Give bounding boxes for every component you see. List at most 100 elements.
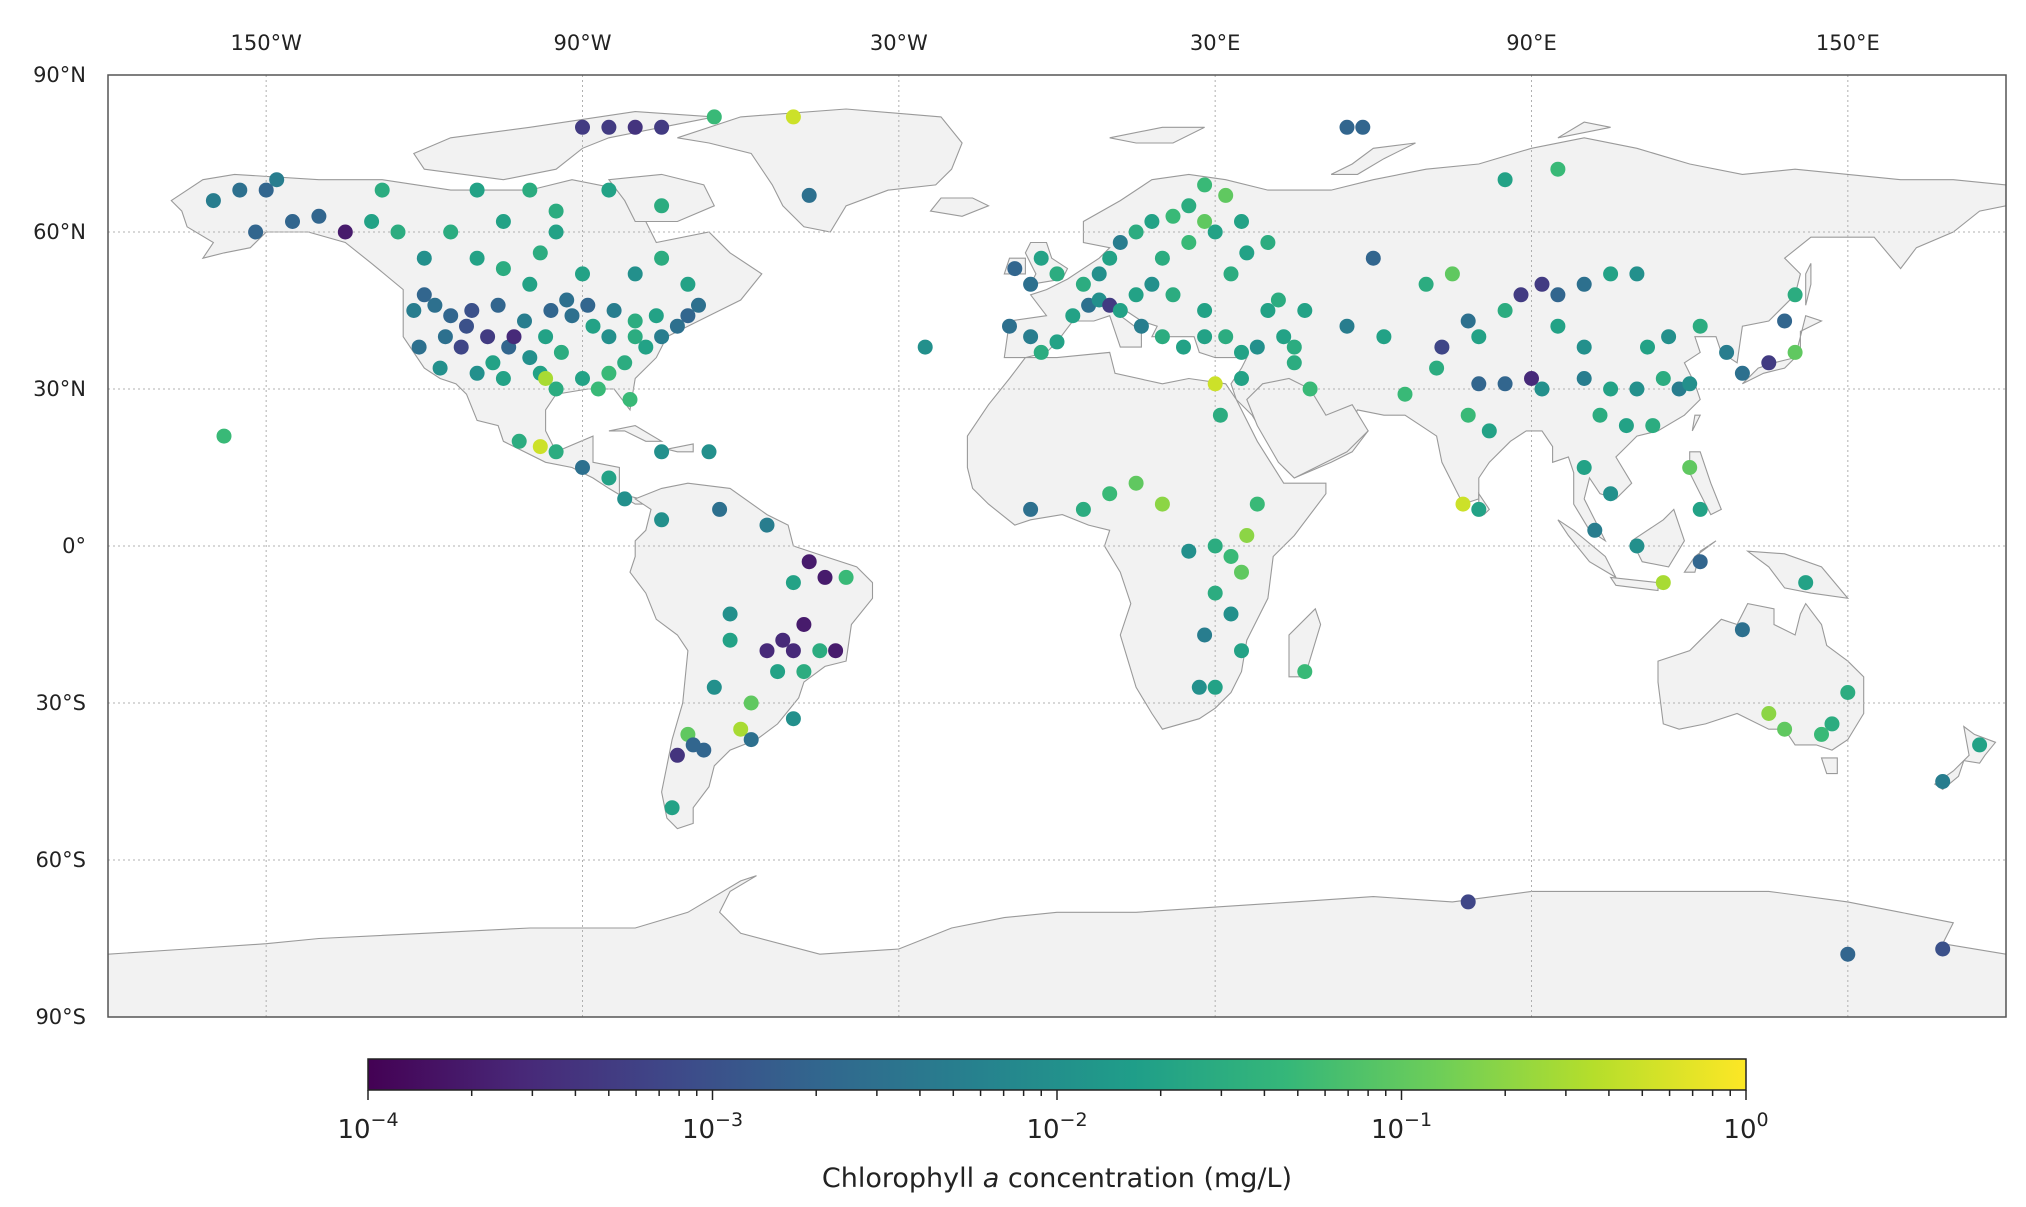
sample-point — [601, 182, 617, 198]
sample-point — [1239, 528, 1255, 543]
sample-point — [1761, 706, 1777, 721]
sample-point — [311, 208, 327, 224]
sample-point — [838, 569, 854, 585]
sample-point — [1144, 214, 1160, 229]
sample-point — [601, 365, 617, 381]
sample-point — [1176, 339, 1191, 355]
sample-point — [691, 297, 706, 313]
sample-point — [532, 245, 548, 261]
sample-point — [801, 554, 817, 570]
sample-point — [216, 428, 232, 444]
sample-point — [759, 643, 775, 659]
colorbar-tick-label: 10−2 — [1026, 1109, 1087, 1145]
sample-point — [1576, 276, 1592, 292]
sample-point — [1165, 208, 1181, 224]
sample-point — [1239, 245, 1255, 261]
sample-point — [1049, 334, 1065, 350]
sample-point — [1223, 266, 1239, 282]
sample-point — [1144, 276, 1160, 292]
sample-point — [1429, 360, 1445, 376]
sample-point — [495, 214, 511, 229]
longitude-label: 150°E — [1816, 31, 1880, 55]
sample-point — [828, 643, 844, 659]
sample-point — [443, 308, 459, 324]
sample-point — [269, 172, 285, 188]
latitude-labels: 90°N 60°N 30°N 0° 30°S 60°S 90°S — [33, 63, 86, 1029]
sample-point — [364, 214, 380, 229]
sample-point — [1091, 266, 1107, 282]
sample-point — [1197, 303, 1213, 318]
sample-point — [680, 276, 696, 292]
sample-point — [469, 250, 485, 266]
sample-point — [785, 109, 801, 125]
sample-point — [1191, 679, 1207, 695]
sample-point — [1212, 407, 1228, 423]
sample-point — [1692, 501, 1708, 517]
sample-point — [1497, 303, 1513, 318]
sample-point — [1023, 501, 1039, 517]
sample-point — [1376, 329, 1392, 345]
sample-point — [390, 224, 406, 240]
sample-point — [1302, 381, 1318, 397]
sample-point — [1576, 339, 1592, 355]
sample-point — [538, 371, 554, 386]
sample-point — [575, 119, 590, 135]
sample-point — [601, 119, 617, 135]
sample-point — [232, 182, 248, 198]
sample-point — [1629, 538, 1645, 554]
sample-point — [1935, 774, 1951, 789]
sample-point — [490, 297, 506, 313]
sample-point — [553, 344, 569, 360]
sample-point — [1935, 941, 1951, 957]
sample-point — [770, 664, 786, 680]
sample-point — [575, 266, 590, 282]
sample-point — [285, 214, 300, 229]
sample-point — [785, 711, 801, 727]
sample-point — [495, 371, 511, 386]
sample-point — [622, 392, 638, 407]
sample-point — [812, 643, 828, 659]
sample-point — [1434, 339, 1450, 355]
sample-point — [743, 732, 759, 748]
sample-point — [1645, 418, 1661, 434]
sample-point — [1207, 224, 1223, 240]
sample-point — [759, 517, 775, 533]
sample-point — [1661, 329, 1677, 345]
sample-point — [1814, 726, 1829, 742]
sample-point — [1497, 172, 1513, 188]
sample-point — [654, 198, 670, 214]
latitude-label: 60°N — [33, 220, 86, 244]
sample-point — [1513, 287, 1529, 303]
sample-point — [1128, 475, 1144, 491]
sample-point — [1234, 643, 1249, 659]
sample-point — [1603, 381, 1619, 397]
colorbar-ticks: 10−4 10−3 10−2 10−1 100 — [337, 1090, 1769, 1145]
latitude-label: 0° — [62, 534, 86, 558]
sample-point — [575, 460, 590, 475]
sample-point — [801, 187, 817, 203]
sample-point — [564, 308, 580, 324]
sample-point — [1112, 235, 1128, 250]
sample-point — [469, 365, 485, 381]
sample-point — [464, 303, 480, 318]
sample-point — [580, 297, 596, 313]
sample-point — [575, 371, 590, 386]
sample-point — [559, 292, 575, 308]
sample-point — [654, 512, 670, 528]
sample-point — [1629, 381, 1645, 397]
sample-point — [1655, 575, 1671, 591]
sample-point — [511, 433, 527, 449]
sample-point — [453, 339, 469, 355]
sample-point — [1460, 894, 1476, 910]
sample-point — [374, 182, 390, 198]
sample-point — [606, 303, 622, 318]
sample-point — [495, 261, 511, 277]
sample-point — [543, 303, 559, 318]
sample-point — [1734, 622, 1750, 638]
sample-point — [1550, 318, 1566, 334]
sample-point — [548, 444, 564, 460]
sample-point — [1197, 177, 1213, 193]
chlorophyll-map-figure: 150°W 90°W 30°W 30°E 90°E 150°E 90°N 60°N 30°N 0… — [33, 31, 2007, 1194]
sample-point — [1249, 496, 1265, 512]
sample-point — [1460, 313, 1476, 329]
